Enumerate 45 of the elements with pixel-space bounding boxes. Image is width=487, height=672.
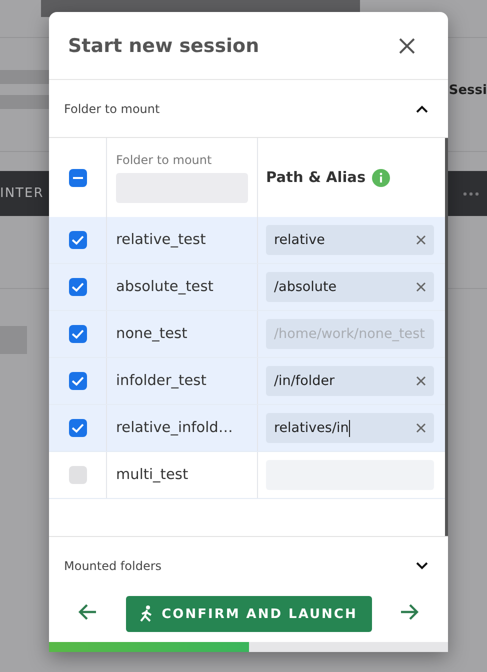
clear-icon[interactable] <box>416 376 426 386</box>
checkbox[interactable] <box>68 231 86 249</box>
section-header[interactable]: Mounted folders <box>49 537 448 594</box>
chevron-down-icon <box>416 562 428 570</box>
folder-name: relative_infold… <box>116 420 233 436</box>
tab-label: INTER <box>0 186 44 201</box>
check-icon <box>72 329 84 339</box>
folder-name: multi_test <box>116 467 188 483</box>
forward-arrow-icon[interactable] <box>399 602 419 622</box>
section-heading: Sessi <box>448 83 487 98</box>
clear-icon[interactable] <box>416 282 426 292</box>
alias-field[interactable]: relative <box>266 225 434 255</box>
folder-name: relative_test <box>116 232 206 248</box>
info-icon[interactable] <box>372 168 390 186</box>
alias-field[interactable]: /in/folder <box>266 366 434 396</box>
background-row <box>0 70 50 84</box>
checkbox[interactable] <box>68 168 86 186</box>
checkbox[interactable] <box>68 325 86 343</box>
dialog-title: Start new session <box>68 34 260 56</box>
back-arrow-icon[interactable] <box>78 602 98 622</box>
folder-name: infolder_test <box>116 373 206 389</box>
folder-name: absolute_test <box>116 279 214 295</box>
minus-icon <box>72 176 82 178</box>
check-icon <box>72 376 84 386</box>
checkbox[interactable] <box>68 372 86 390</box>
check-icon <box>72 282 84 292</box>
chevron-up-icon <box>416 104 428 112</box>
section-header[interactable]: Folder to mount <box>49 80 448 137</box>
column-header: Path & Alias <box>266 170 366 186</box>
close-button[interactable] <box>398 36 416 54</box>
checkbox[interactable] <box>68 278 86 296</box>
check-icon <box>72 235 84 245</box>
column-header: Folder to mount <box>116 152 212 166</box>
alias-field[interactable]: relatives/in <box>266 413 434 443</box>
clear-icon[interactable] <box>416 235 426 245</box>
more-icon <box>463 192 479 196</box>
alias-field[interactable]: /absolute <box>266 272 434 302</box>
folder-name: none_test <box>116 326 188 342</box>
checkbox[interactable] <box>68 466 86 484</box>
checkbox[interactable] <box>68 419 86 437</box>
background-row <box>0 95 50 109</box>
check-icon <box>72 423 84 433</box>
launch-button[interactable]: CONFIRM AND LAUNCH <box>126 596 372 632</box>
clear-icon[interactable] <box>416 423 426 433</box>
runner-icon <box>140 605 154 623</box>
